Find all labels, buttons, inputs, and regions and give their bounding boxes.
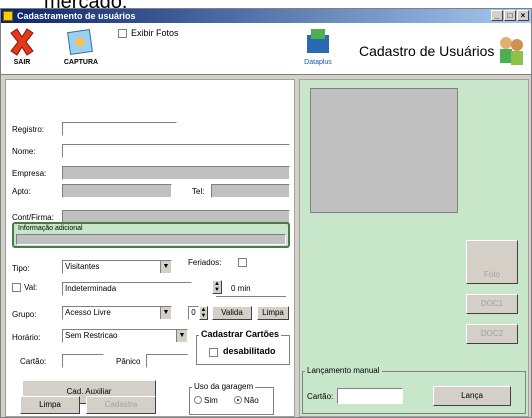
cadastrar-cartoes-group: Cadastrar Cartões desabilitado (196, 329, 290, 365)
cadastrar-cartoes-label: Cadastrar Cartões (199, 329, 282, 339)
exit-button[interactable]: SAIR (7, 27, 37, 71)
capture-label: CAPTURA (63, 59, 99, 66)
uso-garagem-group: Uso da garagem Sim Não (189, 382, 274, 415)
toolbar: SAIR CAPTURA Exibir Fotos Dataplus Cadas… (1, 23, 531, 75)
info-adicional-label: Informação adicional (18, 225, 83, 232)
exit-label: SAIR (13, 59, 31, 66)
horario-value: Sem Restricao (65, 331, 118, 340)
photo-frame (310, 88, 458, 213)
horario-select[interactable]: Sem Restricao ▼ (62, 329, 188, 343)
tipo-select[interactable]: Visitantes ▼ (62, 260, 172, 274)
users-icon (500, 37, 523, 65)
doc2-button[interactable]: DOC2 (466, 324, 518, 344)
window-titlebar: Cadastramento de usuários _ □ × (1, 9, 531, 23)
doc1-button[interactable]: DOC1 (466, 294, 518, 314)
val-input[interactable]: Indeterminada (62, 282, 192, 296)
nao-radio[interactable] (234, 396, 242, 404)
cadastra-button[interactable]: Cadastra (86, 396, 156, 414)
lancamento-manual-label: Lançamento manual (305, 366, 382, 375)
capture-button[interactable]: CAPTURA (61, 27, 101, 71)
uso-garagem-label: Uso da garagem (192, 382, 256, 391)
val-spinner[interactable]: ▲ ▼ (212, 280, 222, 294)
form-panel: Registro: Nome: Empresa: Apto: Tel: Cont… (5, 79, 295, 417)
cont-firma-label: Cont/Firma: (12, 213, 54, 222)
apto-label: Apto: (12, 187, 31, 196)
empresa-input[interactable] (62, 166, 290, 180)
dataplus-label: Dataplus (304, 59, 332, 66)
photo-panel: Foto DOC1 DOC2 Lançamento manual Cartão:… (299, 79, 529, 417)
grupo-spin-input[interactable]: 0 (188, 306, 199, 320)
min-label: 0 min (231, 284, 251, 293)
dataplus-icon (307, 29, 329, 53)
tel-label: Tel: (192, 187, 205, 196)
minimize-button[interactable]: _ (491, 10, 503, 21)
desabilitado-label: desabilitado (223, 346, 276, 356)
horario-label: Horário: (12, 333, 41, 342)
foto-label: Foto (483, 270, 500, 279)
window-title: Cadastramento de usuários (17, 11, 136, 21)
info-adicional-input[interactable] (16, 234, 286, 245)
lancamento-manual-group: Lançamento manual Cartão: Lança (302, 366, 526, 414)
tipo-value: Visitantes (65, 262, 100, 271)
panico-label: Pânico (116, 357, 141, 366)
nao-label: Não (244, 396, 259, 405)
exibir-fotos-label: Exibir Fotos (131, 28, 179, 38)
grupo-select[interactable]: Acesso Livre ▼ (62, 306, 172, 320)
val-checkbox[interactable] (12, 283, 21, 292)
empresa-label: Empresa: (12, 169, 47, 178)
foto-button[interactable]: Foto (466, 240, 518, 284)
separator-line (216, 296, 286, 297)
grupo-value: Acesso Livre (65, 308, 111, 317)
apto-input[interactable] (62, 184, 172, 198)
cartao-input[interactable] (62, 354, 104, 368)
limpa-button[interactable]: Limpa (20, 396, 80, 414)
registro-label: Registro: (12, 125, 45, 134)
exibir-fotos-checkbox[interactable] (118, 29, 127, 38)
app-window: Cadastramento de usuários _ □ × SAIR CAP… (0, 8, 532, 418)
grupo-label: Grupo: (12, 310, 37, 319)
exit-x-icon (10, 28, 34, 56)
chevron-down-icon[interactable]: ▼ (160, 261, 171, 273)
tipo-label: Tipo: (12, 264, 30, 273)
page-heading: Cadastro de Usuários (359, 43, 495, 59)
desabilitado-checkbox[interactable] (209, 348, 218, 357)
valida-button[interactable]: Valida (212, 306, 252, 320)
registro-input[interactable] (62, 122, 177, 136)
chevron-down-icon[interactable]: ▼ (176, 330, 187, 342)
app-icon (3, 11, 13, 21)
lancamento-cartao-label: Cartão: (307, 392, 334, 401)
grupo-spinner[interactable]: ▲ ▼ (199, 306, 208, 320)
cartao-label: Cartão: (20, 357, 47, 366)
val-label: Val: (24, 283, 38, 292)
lanca-button[interactable]: Lança (433, 386, 511, 406)
capture-picture-icon (67, 29, 93, 55)
dataplus-logo: Dataplus (301, 27, 335, 73)
sim-radio[interactable] (194, 396, 202, 404)
panico-input[interactable] (146, 354, 188, 368)
info-adicional-group: Informação adicional (12, 222, 290, 248)
limpa-small-button[interactable]: Limpa (257, 306, 289, 320)
feriados-checkbox[interactable] (238, 258, 247, 267)
sim-label: Sim (204, 396, 218, 405)
close-button[interactable]: × (517, 10, 529, 21)
nome-input[interactable] (62, 144, 290, 158)
chevron-down-icon[interactable]: ▼ (160, 307, 171, 319)
lancamento-cartao-input[interactable] (337, 388, 403, 404)
nome-label: Nome: (12, 147, 36, 156)
maximize-button[interactable]: □ (504, 10, 516, 21)
feriados-label: Feriados: (188, 258, 222, 267)
tel-input[interactable] (211, 184, 290, 198)
